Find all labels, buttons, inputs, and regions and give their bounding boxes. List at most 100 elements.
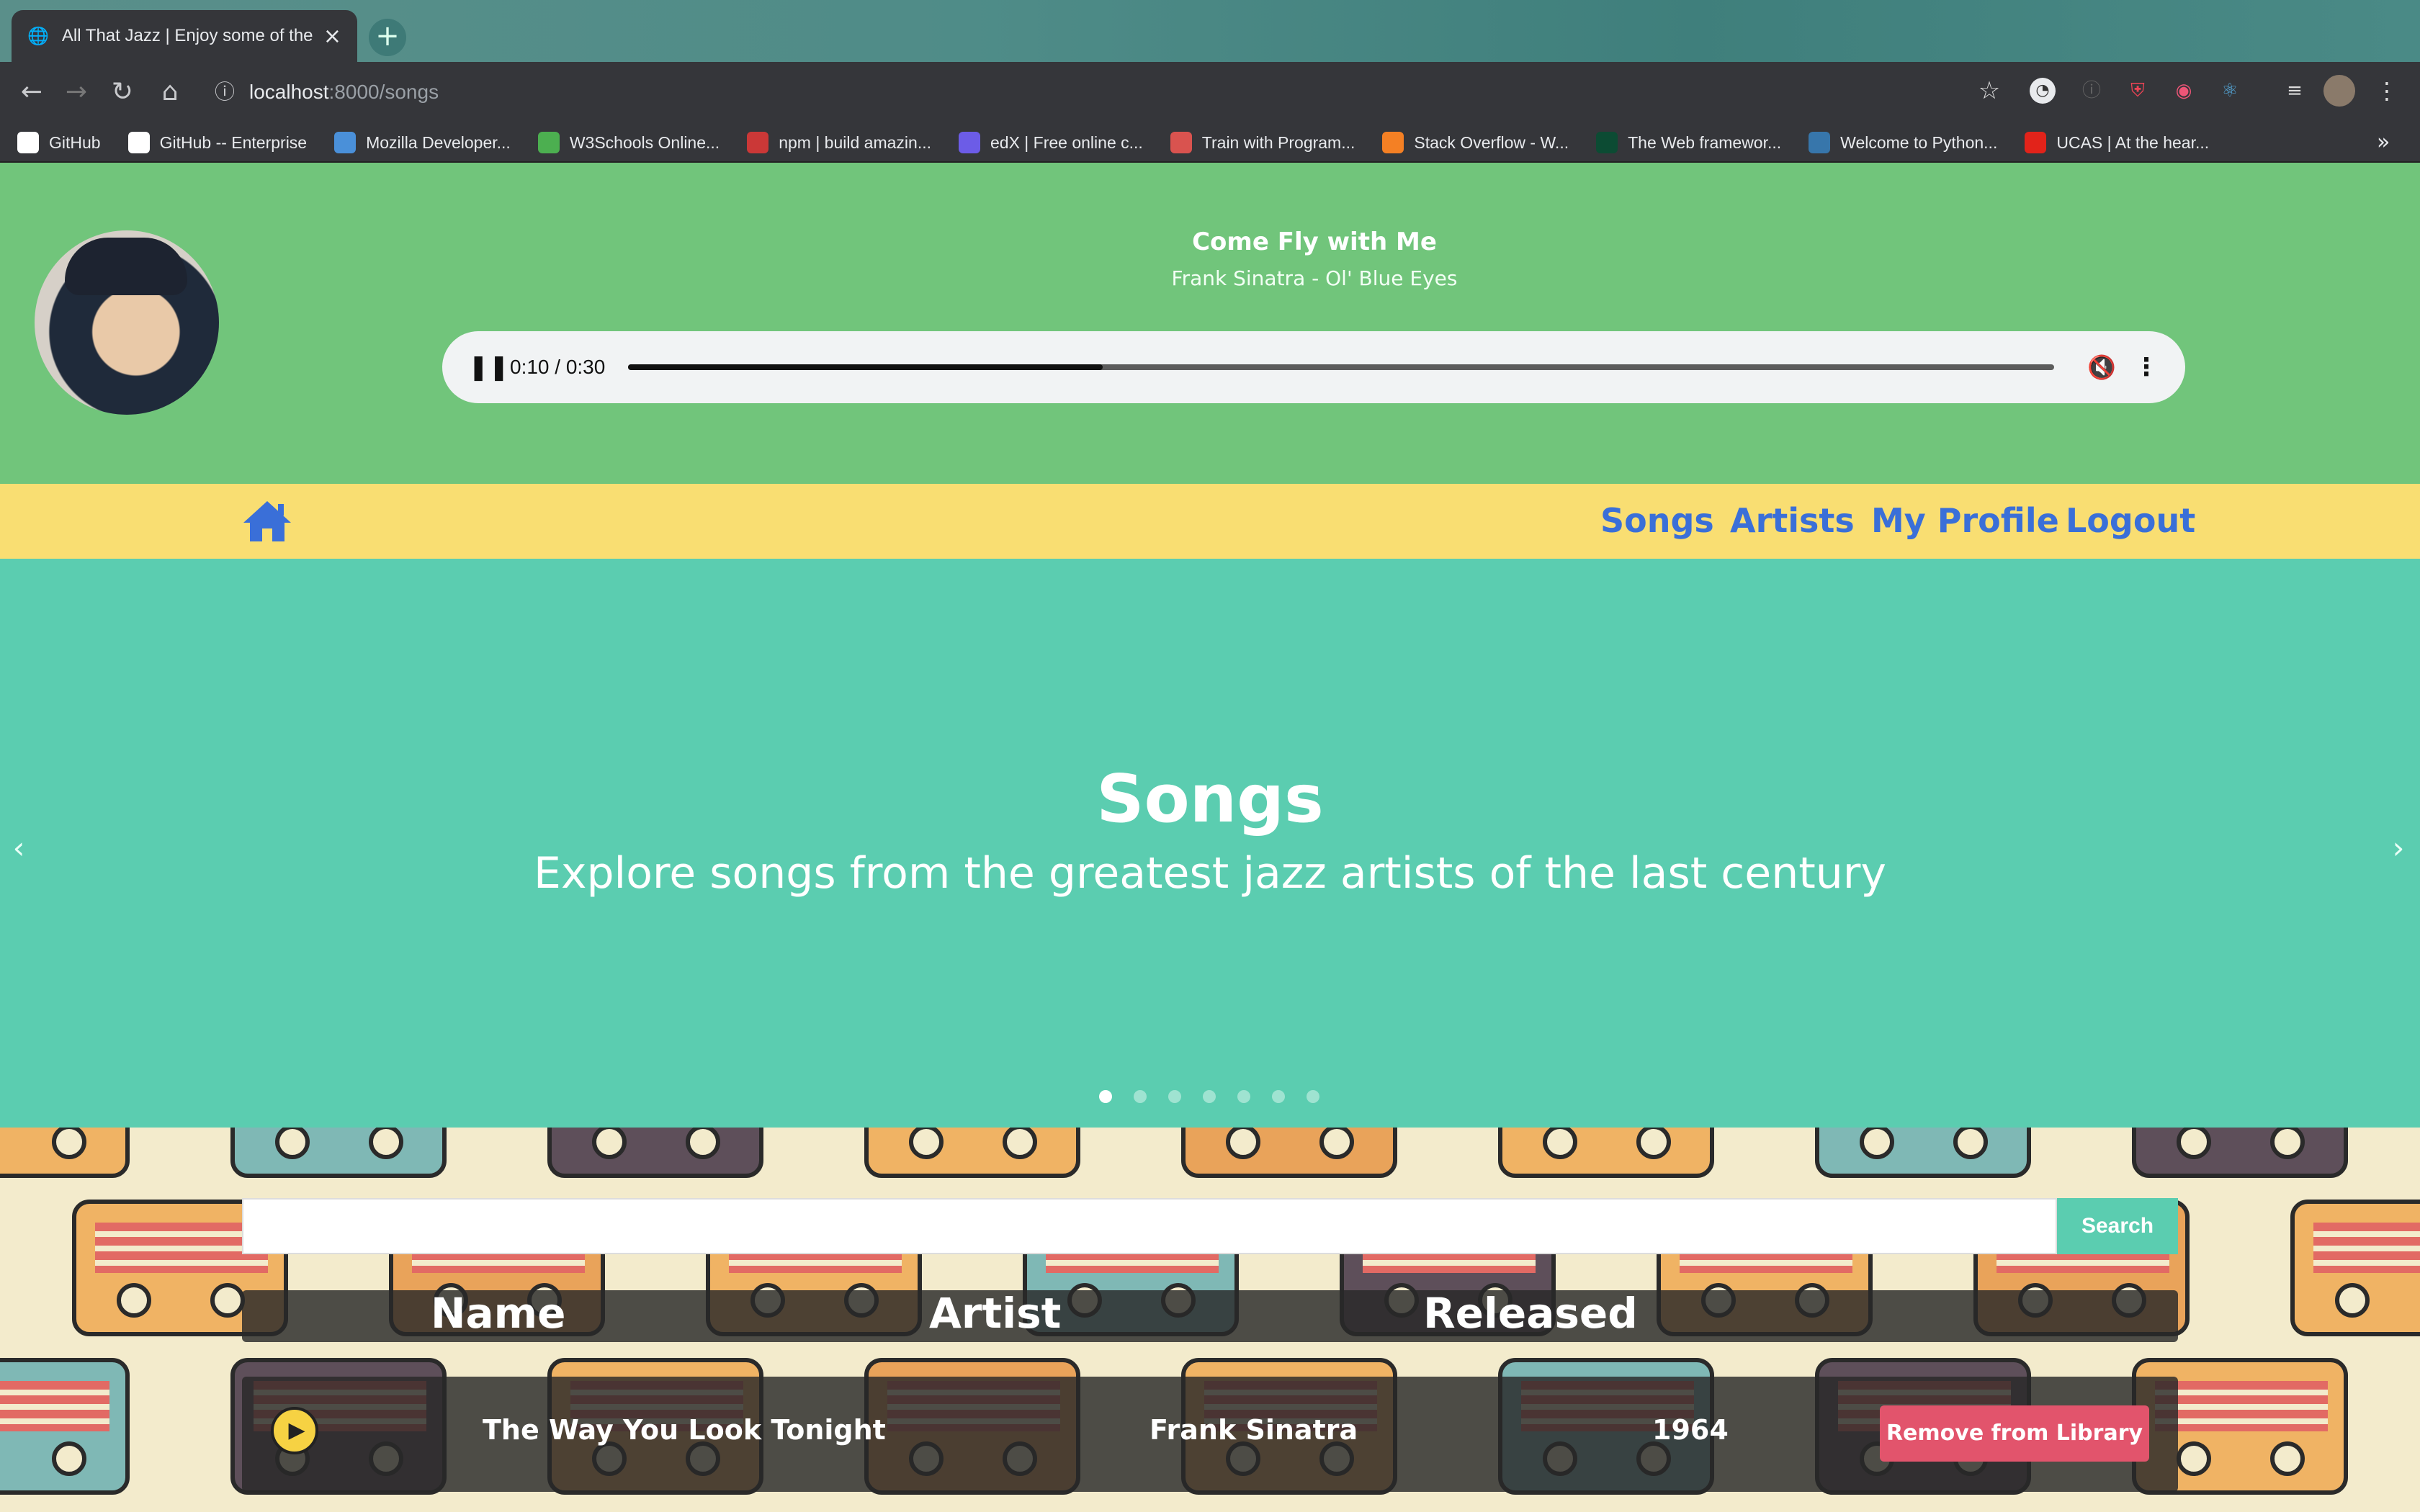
github-icon	[127, 132, 150, 153]
extension-icon[interactable]: ⓘ	[2076, 75, 2107, 107]
player-options-icon[interactable]: ⋮	[2132, 353, 2161, 382]
bookmark-item[interactable]: UCAS | At the hear...	[2025, 132, 2209, 153]
bookmark-label: Train with Program...	[1201, 132, 1355, 152]
tab-title: All That Jazz | Enjoy some of the	[61, 26, 313, 45]
nav-my-profile[interactable]: My Profile	[1871, 497, 2059, 544]
cassette-label-decoration	[0, 1381, 109, 1431]
cassette-reel-decoration	[1319, 1128, 1354, 1159]
cassette-reel-decoration	[1953, 1128, 1988, 1159]
cassette-reel-decoration	[2177, 1128, 2211, 1159]
browser-tab[interactable]: 🌐 All That Jazz | Enjoy some of the ×	[12, 10, 357, 62]
cassette-reel-decoration	[1003, 1128, 1037, 1159]
hero-title: Songs	[1096, 760, 1324, 837]
stackoverflow-icon	[1382, 132, 1404, 153]
pause-icon[interactable]: ❚❚	[468, 353, 509, 382]
bookmark-label: GitHub	[49, 132, 101, 152]
bookmark-item[interactable]: Stack Overflow - W...	[1382, 132, 1569, 153]
cassette-reel-decoration	[686, 1128, 720, 1159]
home-browser-icon[interactable]: ⌂	[148, 71, 192, 114]
tab-close-icon[interactable]: ×	[323, 24, 341, 49]
search-input[interactable]	[242, 1198, 2057, 1254]
shield-icon[interactable]: ⛨	[2122, 75, 2154, 107]
carousel-dot[interactable]	[1203, 1090, 1216, 1103]
new-tab-button[interactable]: +	[369, 19, 406, 56]
bookmark-item[interactable]: Welcome to Python...	[1809, 132, 1997, 153]
cassette-reel-decoration	[592, 1128, 627, 1159]
bookmark-item[interactable]: W3Schools Online...	[537, 132, 720, 153]
nav-artists[interactable]: Artists	[1730, 497, 1855, 544]
back-icon[interactable]: ←	[10, 71, 53, 114]
nav-songs[interactable]: Songs	[1600, 497, 1714, 544]
cassette-decoration	[230, 1128, 447, 1178]
cassette-reel-decoration	[369, 1128, 403, 1159]
program-icon	[1170, 132, 1192, 153]
playback-time: 0:10 / 0:30	[510, 356, 606, 378]
bookmark-label: Mozilla Developer...	[366, 132, 511, 152]
bookmark-label: UCAS | At the hear...	[2056, 132, 2210, 152]
forward-icon[interactable]: →	[55, 71, 98, 114]
carousel-dot[interactable]	[1237, 1090, 1250, 1103]
bookmark-star-icon[interactable]: ☆	[1973, 75, 2005, 107]
cassette-reel-decoration	[1860, 1128, 1894, 1159]
bookmark-label: W3Schools Online...	[569, 132, 720, 152]
carousel-next-icon[interactable]: ›	[2384, 827, 2413, 870]
site-info-icon[interactable]: ⓘ	[203, 71, 246, 114]
remove-from-library-button[interactable]: Remove from Library	[1880, 1405, 2149, 1462]
cassette-decoration	[1498, 1128, 1714, 1178]
cassette-reel-decoration	[52, 1128, 86, 1159]
browser-menu-icon[interactable]: ⋮	[2371, 75, 2403, 107]
bookmark-item[interactable]: Train with Program...	[1170, 132, 1355, 153]
mdn-icon	[334, 132, 357, 153]
play-icon[interactable]: ▶	[271, 1407, 318, 1454]
bookmark-item[interactable]: GitHub	[17, 132, 101, 153]
bookmarks-overflow-icon[interactable]: »	[2377, 122, 2390, 163]
carousel-dot[interactable]	[1134, 1090, 1147, 1103]
cassette-label-decoration	[2313, 1223, 2420, 1273]
github-icon	[17, 132, 39, 153]
home-icon[interactable]	[241, 498, 294, 544]
progress-fill	[628, 364, 1103, 370]
bookmark-label: npm | build amazin...	[779, 132, 931, 152]
cassette-decoration	[547, 1128, 763, 1178]
ucas-icon	[2025, 132, 2047, 153]
cassette-reel-decoration	[52, 1441, 86, 1476]
carousel-dot[interactable]	[1307, 1090, 1319, 1103]
cassette-reel-decoration	[2270, 1441, 2305, 1476]
nav-logout[interactable]: Logout	[2066, 497, 2195, 544]
cassette-decoration	[1181, 1128, 1397, 1178]
url-host: localhost	[249, 81, 329, 103]
cassette-decoration	[2290, 1200, 2420, 1336]
carousel-dot[interactable]	[1272, 1090, 1285, 1103]
carousel-prev-icon[interactable]: ‹	[4, 827, 33, 870]
mute-icon[interactable]: 🔇	[2086, 353, 2118, 382]
cassette-decoration	[864, 1128, 1080, 1178]
address-bar[interactable]: localhost:8000/songs	[249, 73, 2050, 111]
search-button[interactable]: Search	[2057, 1198, 2178, 1254]
browser-tab-bar	[0, 0, 2420, 62]
song-name: The Way You Look Tonight	[483, 1414, 886, 1446]
bookmark-item[interactable]: edX | Free online c...	[958, 132, 1143, 153]
cassette-reel-decoration	[1636, 1128, 1671, 1159]
react-icon[interactable]: ⚛	[2214, 75, 2246, 107]
bookmark-item[interactable]: npm | build amazin...	[747, 132, 931, 153]
carousel-dot[interactable]	[1099, 1090, 1112, 1103]
bookmark-item[interactable]: Mozilla Developer...	[334, 132, 511, 153]
cassette-reel-decoration	[275, 1128, 310, 1159]
column-header-artist: Artist	[929, 1289, 1062, 1338]
cassette-decoration	[0, 1128, 130, 1178]
cassette-reel-decoration	[2335, 1283, 2370, 1318]
cassette-decoration	[1815, 1128, 2031, 1178]
media-control-icon[interactable]: ≡	[2279, 75, 2311, 107]
w3schools-icon	[537, 132, 560, 153]
song-artist: Frank Sinatra	[1150, 1414, 1358, 1446]
artist-hat-shape	[65, 238, 187, 295]
carousel-dot[interactable]	[1168, 1090, 1181, 1103]
cassette-reel-decoration	[210, 1283, 245, 1318]
bookmark-item[interactable]: The Web framewor...	[1596, 132, 1781, 153]
django-icon	[1596, 132, 1618, 153]
extension-icon[interactable]: ◔	[2030, 78, 2056, 104]
profile-avatar[interactable]	[2323, 75, 2355, 107]
extension-icon[interactable]: ◉	[2168, 75, 2200, 107]
reload-icon[interactable]: ↻	[101, 71, 144, 114]
bookmark-item[interactable]: GitHub -- Enterprise	[127, 132, 307, 153]
